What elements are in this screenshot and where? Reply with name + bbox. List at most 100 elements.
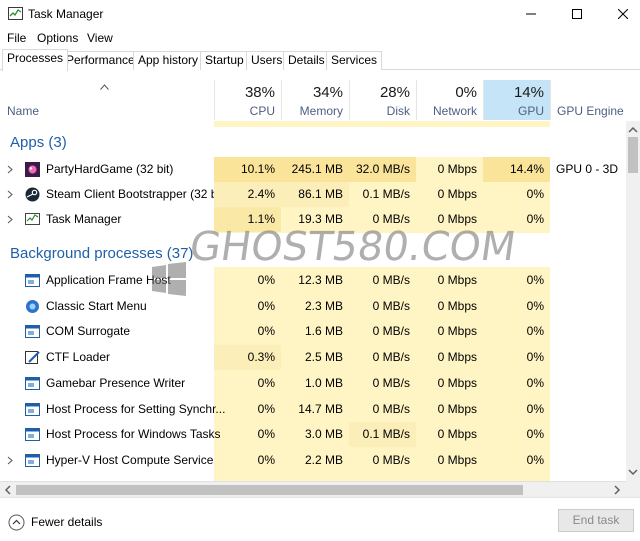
table-row[interactable]: Task Manager 1.1% 19.3 MB 0 MB/s 0 Mbps … [0, 207, 626, 232]
header-network[interactable]: 0% Network [416, 80, 483, 120]
gpu-value: 0% [526, 452, 544, 467]
table-row[interactable]: Application Frame Host 0% 12.3 MB 0 MB/s 0 M… [0, 268, 626, 293]
table-row[interactable]: Hyper-V Host Compute Service 0% 2.2 MB 0 MB… [0, 448, 626, 473]
header-gpu-engine[interactable]: GPU Engine [550, 80, 640, 120]
tab-users[interactable]: Users [246, 51, 288, 70]
network-value: 0 Mbps [437, 162, 477, 176]
process-name: Task Manager [46, 212, 122, 226]
table-row[interactable]: Host Process for Setting Synchr... 0% 14.7… [0, 397, 626, 422]
network-value: 0 Mbps [437, 350, 477, 365]
table-row[interactable]: Host Process for Windows Tasks 0% 3.0 MB 0.… [0, 422, 626, 448]
cpu-total-percent: 38% [244, 84, 275, 101]
tab-startup[interactable]: Startup [200, 51, 249, 70]
memory-value: 86.1 MB [281, 182, 349, 207]
memory-value: 19.3 MB [298, 212, 343, 226]
memory-value: 1.0 MB [304, 375, 343, 390]
scrollbar-corner [626, 481, 640, 497]
sort-ascending-icon[interactable] [100, 84, 109, 90]
memory-value: 2.3 MB [304, 298, 343, 313]
network-value: 0 Mbps [437, 298, 477, 313]
network-label: Network [432, 104, 477, 118]
maximize-icon [572, 9, 582, 19]
process-name: Classic Start Menu [46, 298, 147, 313]
scroll-down-icon[interactable] [626, 465, 640, 479]
minimize-button[interactable] [508, 0, 554, 28]
steam-icon [25, 187, 40, 202]
chevron-right-icon[interactable] [7, 215, 13, 224]
column-header: Name 38% CPU 34% Memory 28% Disk 0% Netw… [0, 80, 640, 120]
memory-value: 3.0 MB [304, 427, 343, 442]
vertical-scrollbar[interactable] [626, 121, 640, 481]
tab-processes[interactable]: Processes [2, 49, 69, 71]
start-menu-icon [26, 299, 39, 313]
process-table: Apps (3) PartyHardGame (32 bit) 10.1% 24… [0, 121, 626, 481]
end-task-button[interactable]: End task [558, 509, 634, 532]
chevron-right-icon[interactable] [7, 456, 13, 465]
window-icon [25, 376, 40, 390]
memory-label: Memory [299, 104, 343, 118]
menu-view[interactable]: View [87, 31, 113, 45]
cpu-value: 0% [257, 427, 275, 442]
tab-performance[interactable]: Performance [61, 51, 140, 70]
header-name[interactable]: Name [7, 104, 39, 118]
table-row[interactable]: PartyHardGame (32 bit) 10.1% 245.1 MB 32… [0, 157, 626, 182]
network-value: 0 Mbps [437, 187, 477, 201]
header-memory[interactable]: 34% Memory [281, 80, 349, 120]
tab-app-history[interactable]: App history [133, 51, 204, 70]
table-row[interactable]: Steam Client Bootstrapper (32 b... 2.4% … [0, 182, 626, 207]
gpu-value: 0% [526, 375, 544, 390]
vertical-scroll-thumb[interactable] [628, 137, 638, 173]
process-name: Steam Client Bootstrapper (32 b... [46, 187, 228, 201]
gpu-value: 0% [526, 187, 544, 201]
group-title-apps: Apps (3) [10, 134, 67, 151]
title-bar: Task Manager [0, 0, 640, 28]
header-disk[interactable]: 28% Disk [349, 80, 416, 120]
scroll-left-icon[interactable] [1, 483, 15, 497]
cpu-value: 0% [257, 452, 275, 467]
gpu-value: 0% [526, 401, 544, 416]
chevron-right-icon[interactable] [7, 165, 13, 174]
gpu-value: 14.4% [483, 157, 550, 182]
menu-bar: File Options View [0, 28, 640, 48]
header-gpu[interactable]: 14% GPU [483, 80, 550, 120]
task-manager-icon [8, 7, 23, 20]
table-row[interactable]: CTF Loader 0.3% 2.5 MB 0 MB/s 0 Mbps 0% [0, 345, 626, 371]
cpu-value: 0% [257, 375, 275, 390]
chevron-right-icon[interactable] [7, 190, 13, 199]
chevron-up-circle-icon[interactable] [8, 514, 25, 531]
window-icon [25, 402, 40, 416]
scroll-up-icon[interactable] [626, 123, 640, 137]
menu-file[interactable]: File [7, 31, 26, 45]
menu-options[interactable]: Options [37, 31, 78, 45]
memory-value: 14.7 MB [298, 401, 343, 416]
tab-services[interactable]: Services [326, 51, 383, 70]
table-row[interactable]: COM Surrogate 0% 1.6 MB 0 MB/s 0 Mbps 0% [0, 319, 626, 344]
cpu-value: 10.1% [214, 157, 281, 182]
gpu-value: 0% [526, 350, 544, 365]
group-header-background[interactable]: Background processes (37) [0, 233, 626, 267]
cpu-value: 0.3% [214, 345, 281, 371]
table-row[interactable]: Classic Start Menu 0% 2.3 MB 0 MB/s 0 Mbps 0% [0, 294, 626, 319]
close-button[interactable] [600, 0, 640, 28]
gpu-engine-label: GPU Engine [557, 104, 624, 118]
header-cpu[interactable]: 38% CPU [214, 80, 281, 120]
minimize-icon [526, 13, 536, 15]
cpu-label: CPU [249, 104, 275, 118]
tab-details[interactable]: Details [283, 51, 330, 70]
horizontal-scrollbar[interactable] [0, 481, 626, 497]
group-header-apps[interactable]: Apps (3) [0, 127, 626, 157]
window-icon [25, 428, 40, 442]
disk-value: 0 MB/s [372, 212, 410, 226]
horizontal-scroll-thumb[interactable] [16, 485, 523, 495]
window-icon [25, 274, 40, 287]
fewer-details-link[interactable]: Fewer details [31, 515, 102, 529]
memory-value: 12.3 MB [298, 273, 343, 287]
process-name: Host Process for Windows Tasks [46, 427, 221, 442]
close-icon [618, 9, 628, 19]
process-name: PartyHardGame (32 bit) [46, 162, 174, 176]
cpu-value: 0% [257, 324, 275, 339]
scroll-right-icon[interactable] [610, 483, 624, 497]
maximize-button[interactable] [554, 0, 600, 28]
gpu-value: 0% [526, 298, 544, 313]
table-row[interactable]: Gamebar Presence Writer 0% 1.0 MB 0 MB/s 0 M… [0, 371, 626, 396]
